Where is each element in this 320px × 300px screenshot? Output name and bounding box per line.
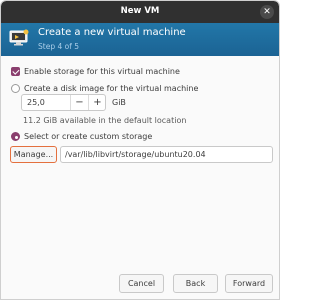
vm-monitor-icon <box>9 29 29 46</box>
close-button[interactable]: ✕ <box>260 5 274 19</box>
enable-storage-label[interactable]: Enable storage for this virtual machine <box>24 67 180 76</box>
manage-button[interactable]: Manage... <box>10 146 57 163</box>
disk-size-spinner[interactable]: 25,0 − + <box>21 94 106 111</box>
wizard-title: Create a new virtual machine <box>38 27 186 38</box>
back-button[interactable]: Back <box>173 274 218 293</box>
close-icon: ✕ <box>263 7 271 17</box>
new-vm-dialog: New VM ✕ Create a new virtual machine St… <box>0 0 280 300</box>
enable-storage-checkbox[interactable] <box>11 67 20 76</box>
storage-path-input[interactable]: /var/lib/libvirt/storage/ubuntu20.04 <box>60 146 273 163</box>
custom-storage-radio[interactable] <box>11 132 20 141</box>
available-space-text: 11.2 GiB available in the default locati… <box>23 116 187 125</box>
custom-storage-label[interactable]: Select or create custom storage <box>24 132 152 141</box>
create-disk-label[interactable]: Create a disk image for the virtual mach… <box>24 84 198 93</box>
decrease-button[interactable]: − <box>70 95 88 110</box>
wizard-step: Step 4 of 5 <box>38 42 80 51</box>
window-title: New VM <box>120 6 160 16</box>
forward-button[interactable]: Forward <box>225 274 273 293</box>
cancel-button[interactable]: Cancel <box>119 274 164 293</box>
disk-size-unit: GiB <box>112 98 126 107</box>
titlebar: New VM ✕ <box>1 1 279 23</box>
increase-button[interactable]: + <box>88 95 106 110</box>
disk-size-value[interactable]: 25,0 <box>27 98 45 107</box>
wizard-header: Create a new virtual machine Step 4 of 5 <box>1 23 279 56</box>
create-disk-radio[interactable] <box>11 84 20 93</box>
